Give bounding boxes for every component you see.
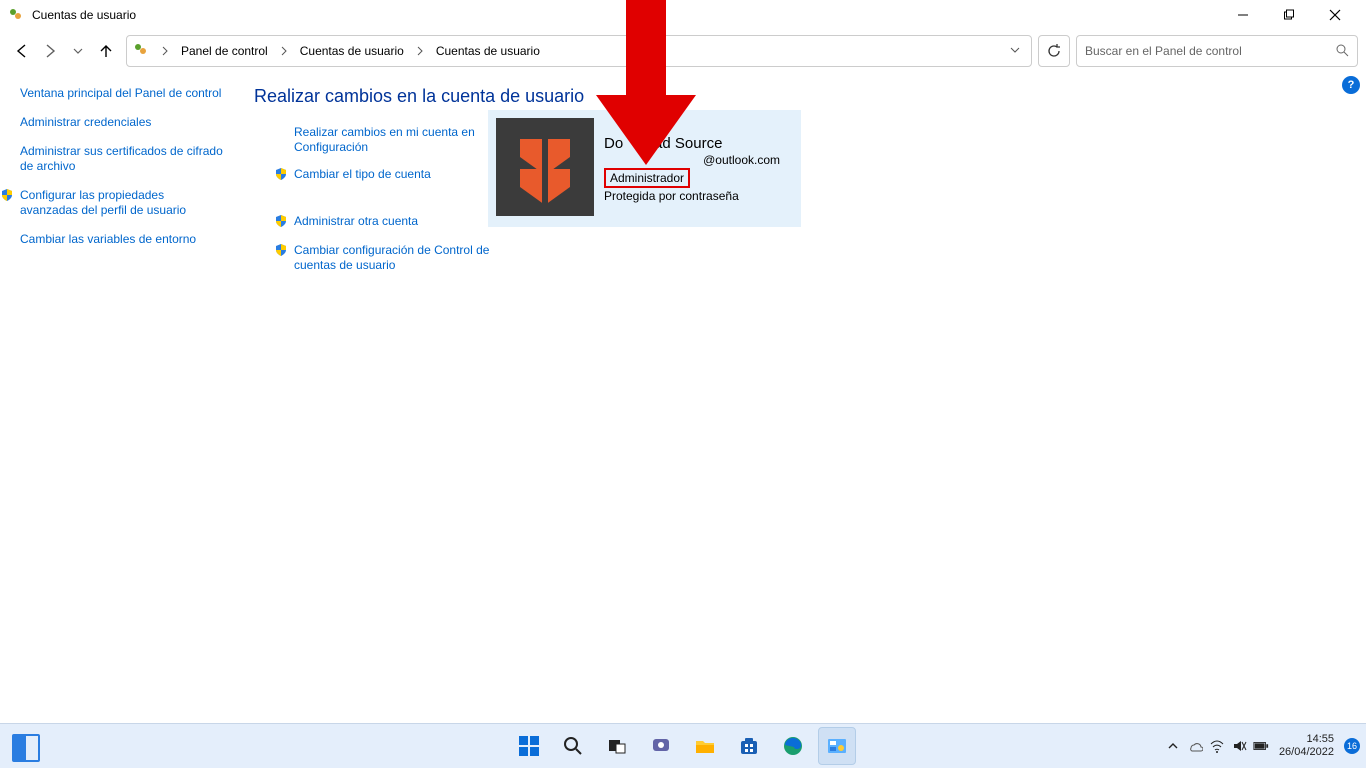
maximize-button[interactable] — [1266, 0, 1312, 30]
refresh-button[interactable] — [1038, 35, 1070, 67]
address-bar[interactable]: Panel de control Cuentas de usuario Cuen… — [126, 35, 1032, 67]
breadcrumb-item[interactable]: Cuentas de usuario — [296, 36, 408, 66]
breadcrumb-chevron[interactable] — [408, 36, 432, 66]
minimize-button[interactable] — [1220, 0, 1266, 30]
start-button[interactable] — [510, 727, 548, 765]
taskbar-search-button[interactable] — [554, 727, 592, 765]
sidebar-link-env-vars[interactable]: Cambiar las variables de entorno — [20, 232, 224, 247]
breadcrumb-item[interactable]: Panel de control — [177, 36, 272, 66]
teams-chat-button[interactable] — [642, 727, 680, 765]
sidebar-link-credentials[interactable]: Administrar credenciales — [20, 115, 224, 130]
address-dropdown-icon[interactable] — [1009, 44, 1021, 59]
breadcrumb-item[interactable]: Cuentas de usuario — [432, 36, 544, 66]
wifi-icon[interactable] — [1209, 738, 1225, 754]
sidebar-link-advanced-profile[interactable]: Configurar las propiedades avanzadas del… — [0, 188, 224, 218]
search-placeholder: Buscar en el Panel de control — [1085, 44, 1242, 58]
sidebar-link-certificates[interactable]: Administrar sus certificados de cifrado … — [20, 144, 224, 174]
breadcrumb-chevron[interactable] — [272, 36, 296, 66]
notification-badge[interactable]: 16 — [1344, 738, 1360, 754]
widgets-button[interactable] — [12, 734, 40, 762]
history-dropdown-button[interactable] — [64, 37, 92, 65]
tray-overflow-button[interactable] — [1165, 738, 1181, 754]
battery-icon[interactable] — [1253, 738, 1269, 754]
account-role-highlight: Administrador — [604, 168, 690, 188]
forward-button[interactable] — [36, 37, 64, 65]
account-protected-label: Protegida por contraseña — [604, 188, 780, 204]
sidebar: Ventana principal del Panel de control A… — [0, 72, 236, 285]
file-explorer-button[interactable] — [686, 727, 724, 765]
control-panel-taskbar-button[interactable] — [818, 727, 856, 765]
page-heading: Realizar cambios en la cuenta de usuario — [254, 86, 584, 107]
volume-icon[interactable] — [1231, 738, 1247, 754]
microsoft-store-button[interactable] — [730, 727, 768, 765]
back-button[interactable] — [8, 37, 36, 65]
sidebar-link-home[interactable]: Ventana principal del Panel de control — [20, 86, 224, 101]
shield-icon — [274, 243, 288, 257]
search-input[interactable]: Buscar en el Panel de control — [1076, 35, 1358, 67]
close-button[interactable] — [1312, 0, 1358, 30]
annotation-arrow-icon — [586, 0, 706, 170]
search-icon — [1335, 43, 1349, 60]
task-change-uac[interactable]: Cambiar configuración de Control de cuen… — [274, 243, 534, 273]
control-panel-icon — [133, 42, 149, 61]
shield-icon — [274, 214, 288, 228]
main-panel: Realizar cambios en la cuenta de usuario… — [236, 72, 584, 285]
shield-icon — [274, 167, 288, 181]
up-button[interactable] — [92, 37, 120, 65]
edge-button[interactable] — [774, 727, 812, 765]
tray-date[interactable]: 26/04/2022 — [1279, 746, 1334, 759]
user-accounts-icon — [8, 7, 24, 23]
onedrive-icon[interactable] — [1187, 738, 1203, 754]
shield-icon — [0, 188, 14, 202]
window-title: Cuentas de usuario — [32, 8, 136, 22]
taskbar: 14:55 26/04/2022 16 — [0, 723, 1366, 768]
task-view-button[interactable] — [598, 727, 636, 765]
breadcrumb-chevron[interactable] — [153, 36, 177, 66]
system-tray: 14:55 26/04/2022 16 — [1165, 724, 1360, 768]
tray-time[interactable]: 14:55 — [1279, 733, 1334, 746]
avatar — [496, 118, 594, 216]
